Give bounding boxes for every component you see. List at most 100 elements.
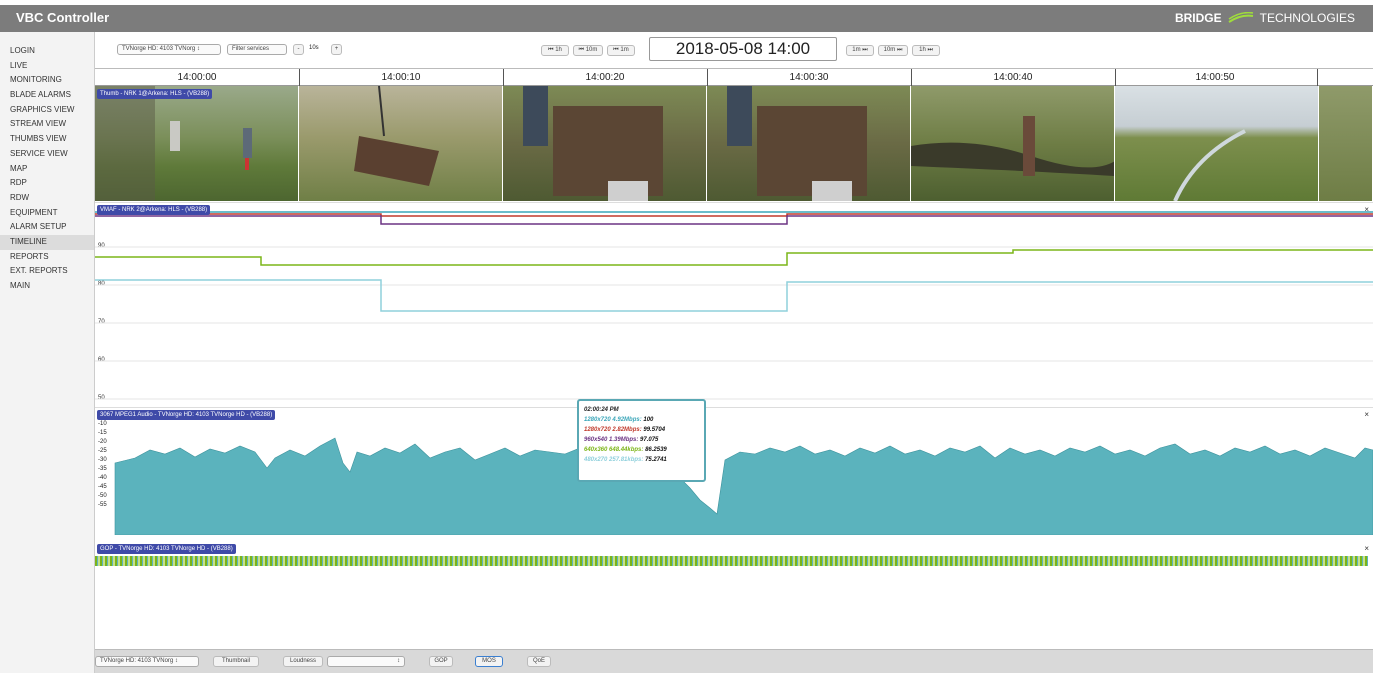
video-thumbnail[interactable] [707, 86, 911, 201]
video-thumbnail[interactable] [503, 86, 707, 201]
close-icon[interactable]: × [1364, 410, 1369, 419]
loudness-toggle-button[interactable]: Loudness [283, 656, 323, 667]
sidebar-item-map[interactable]: MAP [0, 162, 94, 177]
tooltip-row-label: 1280x720 2.82Mbps: [584, 427, 642, 433]
mos-toggle-button[interactable]: MOS [475, 656, 503, 667]
filter-services-input[interactable]: Filter services [227, 44, 287, 55]
close-icon[interactable]: × [1364, 544, 1369, 553]
video-thumbnail[interactable] [95, 86, 299, 201]
zoom-out-button[interactable]: - [293, 44, 304, 55]
sidebar-item-alarm-setup[interactable]: ALARM SETUP [0, 220, 94, 235]
sidebar-item-live[interactable]: LIVE [0, 59, 94, 74]
ruler-tick [1317, 69, 1318, 86]
ruler-tick [707, 69, 708, 86]
service-select[interactable]: TVNorge HD: 4103 TVNorg ↕ [117, 44, 221, 55]
fwd-1h-button[interactable]: 1h ⏭ [912, 45, 940, 56]
ruler-label: 14:00:30 [789, 72, 829, 83]
brand-name-light: TECHNOLOGIES [1259, 11, 1355, 25]
audio-track-label: 3067 MPEG1 Audio - TVNorge HD: 4103 TVNo… [97, 410, 276, 420]
ruler-tick [1115, 69, 1116, 86]
sidebar: LOGIN LIVE MONITORING BLADE ALARMS GRAPH… [0, 32, 95, 673]
bottom-toolbar: TVNorge HD: 4103 TVNorg ↕ Thumbnail Loud… [95, 649, 1373, 673]
sidebar-item-rdw[interactable]: RDW [0, 191, 94, 206]
loudness-select[interactable]: ↕ [327, 656, 405, 667]
tooltip-row: 1280x720 2.82Mbps: 99.5704 [584, 425, 699, 435]
timeline-controls: TVNorge HD: 4103 TVNorg ↕ Filter service… [95, 32, 1373, 68]
fwd-1m-button[interactable]: 1m ⏭ [846, 45, 874, 56]
thumbnail-image [727, 86, 867, 201]
sidebar-item-service-view[interactable]: SERVICE VIEW [0, 147, 94, 162]
tooltip-row-label: 1280x720 4.92Mbps: [584, 417, 642, 423]
audio-level-chart [114, 437, 1373, 535]
ruler-label: 14:00:40 [993, 72, 1033, 83]
tooltip-row-value: 86.2539 [645, 447, 667, 453]
thumbnail-track-label: Thumb - NRK 1@Arkena: HLS - (VB288) [97, 89, 213, 99]
brand-swoosh-icon [1228, 12, 1253, 23]
tooltip-row-value: 97.075 [640, 437, 659, 443]
ruler-tick [503, 69, 504, 86]
ruler-tick [911, 69, 912, 86]
video-thumbnail[interactable] [1115, 86, 1319, 201]
back-1m-button[interactable]: ⏮ 1m [607, 45, 635, 56]
vmaf-series-960x540 [95, 215, 1373, 225]
sidebar-item-reports[interactable]: REPORTS [0, 250, 94, 265]
tooltip-row-label: 480x270 257.81kbps: [584, 457, 644, 463]
thumbnail-image [95, 86, 252, 201]
brand-name-bold: BRIDGE [1174, 11, 1222, 25]
sidebar-item-thumbs-view[interactable]: THUMBS VIEW [0, 132, 94, 147]
title-bar: VBC Controller BRIDGE TECHNOLOGIES [0, 5, 1373, 32]
gop-bar [95, 556, 1368, 566]
tooltip-row-label: 960x540 1.39Mbps: [584, 437, 639, 443]
sidebar-item-equipment[interactable]: EQUIPMENT [0, 206, 94, 221]
video-thumbnail[interactable] [1319, 86, 1373, 201]
fwd-10m-button[interactable]: 10m ⏭ [878, 45, 908, 56]
thumbnail-image [523, 86, 663, 201]
vmaf-track-label: VMAF - NRK 2@Arkena: HLS - (VB288) [97, 205, 211, 215]
ruler-label: 14:00:20 [585, 72, 625, 83]
bottom-service-select[interactable]: TVNorge HD: 4103 TVNorg ↕ [95, 656, 199, 667]
tooltip-row-value: 99.5704 [643, 427, 666, 433]
thumbnail-image [1173, 129, 1246, 201]
zoom-in-button[interactable]: + [331, 44, 342, 55]
ruler-label: 14:00:10 [381, 72, 421, 83]
ruler-label: 14:00:00 [177, 72, 217, 83]
datetime-field[interactable]: 2018-05-08 14:00 [649, 37, 837, 61]
ruler-tick [299, 69, 300, 86]
thumbnail-toggle-button[interactable]: Thumbnail [213, 656, 259, 667]
gop-track-label: GOP - TVNorge HD: 4103 TVNorge HD - (VB2… [97, 544, 236, 554]
sidebar-item-graphics-view[interactable]: GRAPHICS VIEW [0, 103, 94, 118]
tooltip-row-value: 75.2741 [645, 457, 667, 463]
sidebar-item-blade-alarms[interactable]: BLADE ALARMS [0, 88, 94, 103]
thumbnail-track: Thumb - NRK 1@Arkena: HLS - (VB288) [95, 86, 1373, 201]
sidebar-item-stream-view[interactable]: STREAM VIEW [0, 117, 94, 132]
back-1h-button[interactable]: ⏮ 1h [541, 45, 569, 56]
thumbnail-image [911, 116, 1114, 176]
vmaf-chart [95, 211, 1373, 400]
sidebar-item-timeline[interactable]: TIMELINE [0, 234, 94, 250]
gop-toggle-button[interactable]: GOP [429, 656, 453, 667]
tooltip-row: 640x360 648.44kbps: 86.2539 [584, 445, 699, 455]
tooltip-row: 480x270 257.81kbps: 75.2741 [584, 455, 699, 465]
app-title: VBC Controller [16, 10, 110, 25]
audio-track: 3067 MPEG1 Audio - TVNorge HD: 4103 TVNo… [95, 407, 1373, 535]
ruler-label: 14:00:50 [1195, 72, 1235, 83]
gop-track: GOP - TVNorge HD: 4103 TVNorge HD - (VB2… [95, 542, 1373, 570]
vmaf-series-640x360 [95, 249, 1373, 266]
sidebar-item-ext-reports[interactable]: EXT. REPORTS [0, 264, 94, 279]
thumbnail-image [354, 86, 439, 186]
close-icon[interactable]: × [1364, 205, 1369, 214]
video-thumbnail[interactable] [911, 86, 1115, 201]
video-thumbnail[interactable] [299, 86, 503, 201]
timeline-main: TVNorge HD: 4103 TVNorg ↕ Filter service… [95, 32, 1373, 673]
tooltip-row-value: 100 [643, 417, 654, 423]
sidebar-item-rdp[interactable]: RDP [0, 176, 94, 191]
back-10m-button[interactable]: ⏮ 10m [573, 45, 603, 56]
vmaf-track: VMAF - NRK 2@Arkena: HLS - (VB288) × 90 … [95, 202, 1373, 482]
audio-level-area [114, 437, 1373, 535]
vmaf-tooltip: 02:00:24 PM 1280x720 4.92Mbps: 100 1280x… [577, 399, 706, 482]
sidebar-item-main[interactable]: MAIN [0, 279, 94, 294]
sidebar-item-login[interactable]: LOGIN [0, 44, 94, 59]
qoe-toggle-button[interactable]: QoE [527, 656, 551, 667]
tooltip-row-label: 640x360 648.44kbps: [584, 447, 644, 453]
sidebar-item-monitoring[interactable]: MONITORING [0, 73, 94, 88]
